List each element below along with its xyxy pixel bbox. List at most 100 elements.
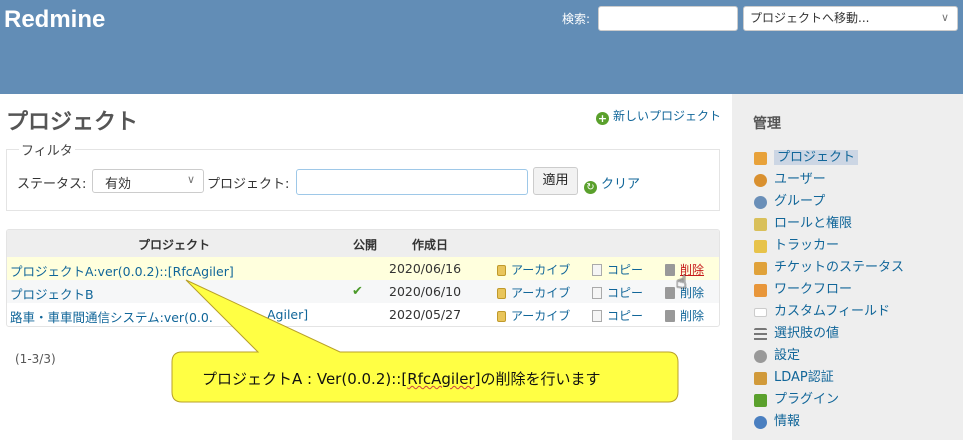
tracker-icon xyxy=(754,240,767,253)
apply-button[interactable]: 適用 xyxy=(533,167,578,195)
list-icon xyxy=(754,328,767,341)
trash-icon xyxy=(665,264,675,276)
page-title: プロジェクト xyxy=(6,110,139,135)
add-icon: + xyxy=(596,112,609,125)
callout-text: プロジェクトA : Ver(0.0.2)::[RfcAgiler]の削除を行いま… xyxy=(202,368,601,389)
archive-label: アーカイブ xyxy=(511,309,571,323)
created-date: 2020/06/10 xyxy=(389,284,462,299)
chevron-down-icon: ∨ xyxy=(186,173,195,186)
created-date: 2020/05/27 xyxy=(389,307,462,322)
lock-icon xyxy=(497,311,506,322)
sidebar-item-label: ワークフロー xyxy=(774,282,853,297)
top-header: Redmine 検索: プロジェクトへ移動... ∨ xyxy=(0,0,963,94)
gear-icon xyxy=(754,350,767,363)
sidebar-item-workflows[interactable]: ワークフロー xyxy=(752,279,952,301)
callout-underlined: RfcAgiler xyxy=(407,370,475,388)
server-icon xyxy=(754,372,767,385)
status-icon xyxy=(754,262,767,275)
sidebar-item-label: プラグイン xyxy=(774,392,840,407)
app-logo[interactable]: Redmine xyxy=(4,6,105,34)
copy-link[interactable]: コピー xyxy=(592,307,643,324)
projects-table: プロジェクト 公開 作成日 プロジェクトA:ver(0.0.2)::[RfcAg… xyxy=(6,229,720,327)
group-icon xyxy=(754,196,767,209)
project-link[interactable]: プロジェクトB xyxy=(10,284,94,303)
project-link-tail[interactable]: Agiler] xyxy=(267,307,308,322)
reload-icon: ↻ xyxy=(584,181,597,194)
user-icon xyxy=(754,174,767,187)
lock-icon xyxy=(497,265,506,276)
project-jump-select[interactable]: プロジェクトへ移動... ∨ xyxy=(743,6,958,31)
copy-icon xyxy=(592,310,602,322)
copy-link[interactable]: コピー xyxy=(592,284,643,301)
filter-fieldset: フィルタ ステータス: 有効 ∨ プロジェクト: 適用 ↻ クリア xyxy=(6,140,720,211)
clear-label: クリア xyxy=(601,177,641,192)
archive-label: アーカイブ xyxy=(511,286,571,300)
trash-icon xyxy=(665,310,675,322)
sidebar-item-label: プロジェクト xyxy=(774,150,859,165)
column-header-project[interactable]: プロジェクト xyxy=(138,236,210,253)
pagination-info: (1-3/3) xyxy=(15,352,56,366)
sidebar-item-enumerations[interactable]: 選択肢の値 xyxy=(752,323,952,345)
sidebar-title: 管理 xyxy=(753,116,781,132)
project-link[interactable]: 路車・車車間通信システム:ver(0.0. xyxy=(10,307,213,326)
sidebar-item-plugins[interactable]: プラグイン xyxy=(752,389,952,411)
callout-suffix: ]の削除を行います xyxy=(474,370,601,388)
status-label: ステータス: xyxy=(17,177,87,192)
table-header: プロジェクト 公開 作成日 xyxy=(7,230,719,257)
callout-prefix: プロジェクトA : Ver(0.0.2)::[ xyxy=(202,370,408,388)
clear-link[interactable]: ↻ クリア xyxy=(584,173,640,194)
delete-link[interactable]: 削除 xyxy=(665,307,704,324)
project-filter-input[interactable] xyxy=(296,169,528,195)
sidebar-item-roles[interactable]: ロールと権限 xyxy=(752,213,952,235)
projects-icon xyxy=(754,152,767,165)
copy-link[interactable]: コピー xyxy=(592,261,643,278)
project-filter-label: プロジェクト: xyxy=(207,177,290,192)
search-input[interactable] xyxy=(598,6,738,31)
table-row: 路車・車車間通信システム:ver(0.0. Agiler] 2020/05/27… xyxy=(7,303,719,326)
sidebar-item-issue-statuses[interactable]: チケットのステータス xyxy=(752,257,952,279)
copy-icon xyxy=(592,287,602,299)
filter-legend[interactable]: フィルタ xyxy=(19,140,75,159)
sidebar-item-label: グループ xyxy=(774,194,826,209)
new-project-link[interactable]: + 新しいプロジェクト xyxy=(596,107,721,125)
sidebar-item-users[interactable]: ユーザー xyxy=(752,169,952,191)
sidebar-item-ldap[interactable]: LDAP認証 xyxy=(752,367,952,389)
column-header-public[interactable]: 公開 xyxy=(353,236,377,253)
sidebar-item-custom-fields[interactable]: カスタムフィールド xyxy=(752,301,952,323)
archive-link[interactable]: アーカイブ xyxy=(497,284,570,301)
sidebar-item-label: ロールと権限 xyxy=(774,216,853,231)
status-select[interactable]: 有効 ∨ xyxy=(92,169,204,193)
column-header-created[interactable]: 作成日 xyxy=(412,236,448,253)
copy-label: コピー xyxy=(607,309,644,323)
archive-link[interactable]: アーカイブ xyxy=(497,261,570,278)
sidebar-item-label: トラッカー xyxy=(774,238,840,253)
copy-label: コピー xyxy=(607,286,644,300)
plugin-icon xyxy=(754,394,767,407)
chevron-down-icon: ∨ xyxy=(940,11,949,24)
search-label: 検索: xyxy=(562,12,591,26)
table-row: プロジェクトA:ver(0.0.2)::[RfcAgiler] 2020/06/… xyxy=(7,257,719,280)
new-project-label: 新しいプロジェクト xyxy=(613,109,722,123)
archive-link[interactable]: アーカイブ xyxy=(497,307,570,324)
sidebar-item-label: チケットのステータス xyxy=(774,260,905,275)
sidebar-item-groups[interactable]: グループ xyxy=(752,191,952,213)
public-check-icon: ✔ xyxy=(352,284,363,299)
sidebar-item-label: 情報 xyxy=(774,414,801,429)
project-link[interactable]: プロジェクトA:ver(0.0.2)::[RfcAgiler] xyxy=(10,261,234,280)
trash-icon xyxy=(665,287,675,299)
sidebar-item-settings[interactable]: 設定 xyxy=(752,345,952,367)
workflow-icon xyxy=(754,284,767,297)
sidebar-item-info[interactable]: 情報 xyxy=(752,411,952,433)
copy-label: コピー xyxy=(607,263,644,277)
key-icon xyxy=(754,218,767,231)
admin-sidebar: 管理 プロジェクト ユーザー グループ ロールと権限 トラッカー チケットのステ… xyxy=(732,94,963,440)
table-row: プロジェクトB ✔ 2020/06/10 アーカイブ コピー 削除 xyxy=(7,280,719,303)
sidebar-item-trackers[interactable]: トラッカー xyxy=(752,235,952,257)
project-jump-label: プロジェクトへ移動... xyxy=(750,11,870,25)
sidebar-item-label: 選択肢の値 xyxy=(774,326,840,341)
archive-label: アーカイブ xyxy=(511,263,571,277)
lock-icon xyxy=(497,288,506,299)
sidebar-item-label: ユーザー xyxy=(774,172,826,187)
copy-icon xyxy=(592,264,602,276)
sidebar-item-projects[interactable]: プロジェクト xyxy=(752,147,952,169)
